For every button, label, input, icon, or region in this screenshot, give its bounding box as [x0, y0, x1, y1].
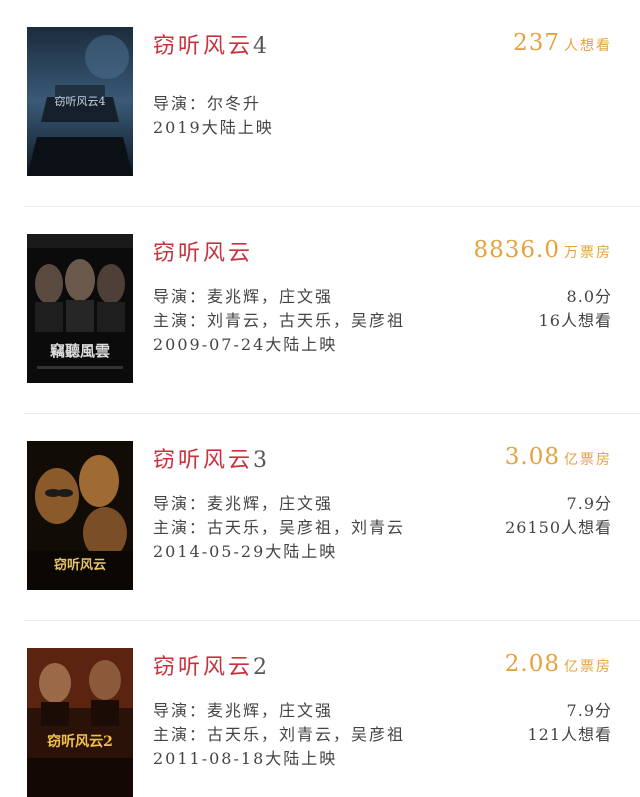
- movie-item[interactable]: 窃听风云4 窃听风云4 237 人想看 导演：尔冬升 2019大陆上映: [0, 0, 640, 207]
- stat-unit: 万票房: [564, 245, 612, 261]
- movie-info: 导演：麦兆辉，庄文强 主演：刘青云，古天乐，吴彦祖 2009-07-24大陆上映: [153, 285, 405, 357]
- movie-poster[interactable]: 窃听风云: [27, 441, 133, 590]
- movie-director: 导演：麦兆辉，庄文强: [153, 287, 334, 306]
- stat-value: 2.08: [504, 651, 560, 677]
- poster-image: 窃听风云: [27, 441, 133, 590]
- movie-poster[interactable]: 窃听风云2: [27, 648, 133, 797]
- movie-stat: 237 人想看: [513, 30, 612, 56]
- movie-stat: 3.08 亿票房: [505, 444, 612, 470]
- movie-title[interactable]: 窃听风云: [153, 235, 253, 267]
- movie-director: 导演：尔冬升: [153, 94, 262, 113]
- movie-title[interactable]: 窃听风云2: [153, 649, 270, 681]
- movie-starring: 主演：古天乐，吴彦祖，刘青云: [153, 518, 406, 537]
- movie-side-info: 7.9分 26150人想看: [505, 492, 612, 540]
- movie-title-number: 2: [253, 655, 271, 680]
- poster-image: 窃听风云2: [27, 648, 133, 797]
- movie-rating: 7.9分: [566, 494, 612, 513]
- movie-title[interactable]: 窃听风云3: [153, 442, 270, 474]
- movie-poster[interactable]: 窃听风云4: [27, 27, 133, 176]
- movie-info: 导演：麦兆辉，庄文强 主演：古天乐，刘青云，吴彦祖 2011-08-18大陆上映: [153, 699, 405, 771]
- movie-starring: 主演：刘青云，古天乐，吴彦祖: [153, 311, 406, 330]
- movie-poster[interactable]: 竊聽風雲: [27, 234, 133, 383]
- movie-release: 2009-07-24大陆上映: [153, 335, 338, 354]
- poster-title: 窃听风云4: [55, 94, 106, 108]
- movie-want-count: 26150人想看: [505, 518, 612, 537]
- movie-title-number: 3: [253, 448, 271, 473]
- stat-unit: 亿票房: [564, 659, 612, 675]
- stat-value: 8836.0: [473, 237, 560, 263]
- movie-stat: 8836.0 万票房: [474, 237, 612, 263]
- movie-item[interactable]: 竊聽風雲 窃听风云 8836.0 万票房 导演：麦兆辉，庄文强 主演：刘青云，古天…: [0, 207, 640, 414]
- movie-director: 导演：麦兆辉，庄文强: [153, 494, 334, 513]
- movie-title-name: 窃听风云: [153, 448, 254, 473]
- movie-list: 窃听风云4 窃听风云4 237 人想看 导演：尔冬升 2019大陆上映 竊聽風雲…: [0, 0, 640, 797]
- poster-title: 窃听风云2: [47, 733, 113, 750]
- movie-director: 导演：麦兆辉，庄文强: [153, 701, 334, 720]
- movie-release: 2014-05-29大陆上映: [153, 542, 338, 561]
- movie-release: 2019大陆上映: [153, 118, 274, 137]
- movie-info: 导演：尔冬升 2019大陆上映: [153, 92, 274, 140]
- movie-rating: 8.0分: [566, 287, 612, 306]
- movie-title[interactable]: 窃听风云4: [153, 28, 270, 60]
- poster-title: 窃听风云: [54, 557, 106, 573]
- poster-title: 竊聽風雲: [50, 342, 110, 360]
- movie-side-info: 7.9分 121人想看: [527, 699, 612, 747]
- movie-info: 导演：麦兆辉，庄文强 主演：古天乐，吴彦祖，刘青云 2014-05-29大陆上映: [153, 492, 405, 564]
- movie-item[interactable]: 窃听风云 窃听风云3 3.08 亿票房 导演：麦兆辉，庄文强 主演：古天乐，吴彦祖…: [0, 414, 640, 621]
- movie-release: 2011-08-18大陆上映: [153, 749, 338, 768]
- movie-starring: 主演：古天乐，刘青云，吴彦祖: [153, 725, 406, 744]
- stat-unit: 亿票房: [564, 452, 612, 468]
- movie-title-number: 4: [253, 34, 271, 59]
- stat-value: 237: [513, 30, 560, 56]
- stat-value: 3.08: [504, 444, 560, 470]
- movie-want-count: 121人想看: [527, 725, 612, 744]
- stat-unit: 人想看: [564, 38, 612, 54]
- movie-item[interactable]: 窃听风云2 窃听风云2 2.08 亿票房 导演：麦兆辉，庄文强 主演：古天乐，刘青…: [0, 621, 640, 797]
- movie-rating: 7.9分: [566, 701, 612, 720]
- movie-title-name: 窃听风云: [153, 34, 254, 59]
- poster-image: 竊聽風雲: [27, 234, 133, 383]
- movie-title-name: 窃听风云: [153, 655, 254, 680]
- movie-stat: 2.08 亿票房: [505, 651, 612, 677]
- movie-side-info: 8.0分 16人想看: [539, 285, 612, 333]
- movie-title-name: 窃听风云: [153, 241, 254, 266]
- movie-want-count: 16人想看: [538, 311, 612, 330]
- poster-image: 窃听风云4: [27, 27, 133, 176]
